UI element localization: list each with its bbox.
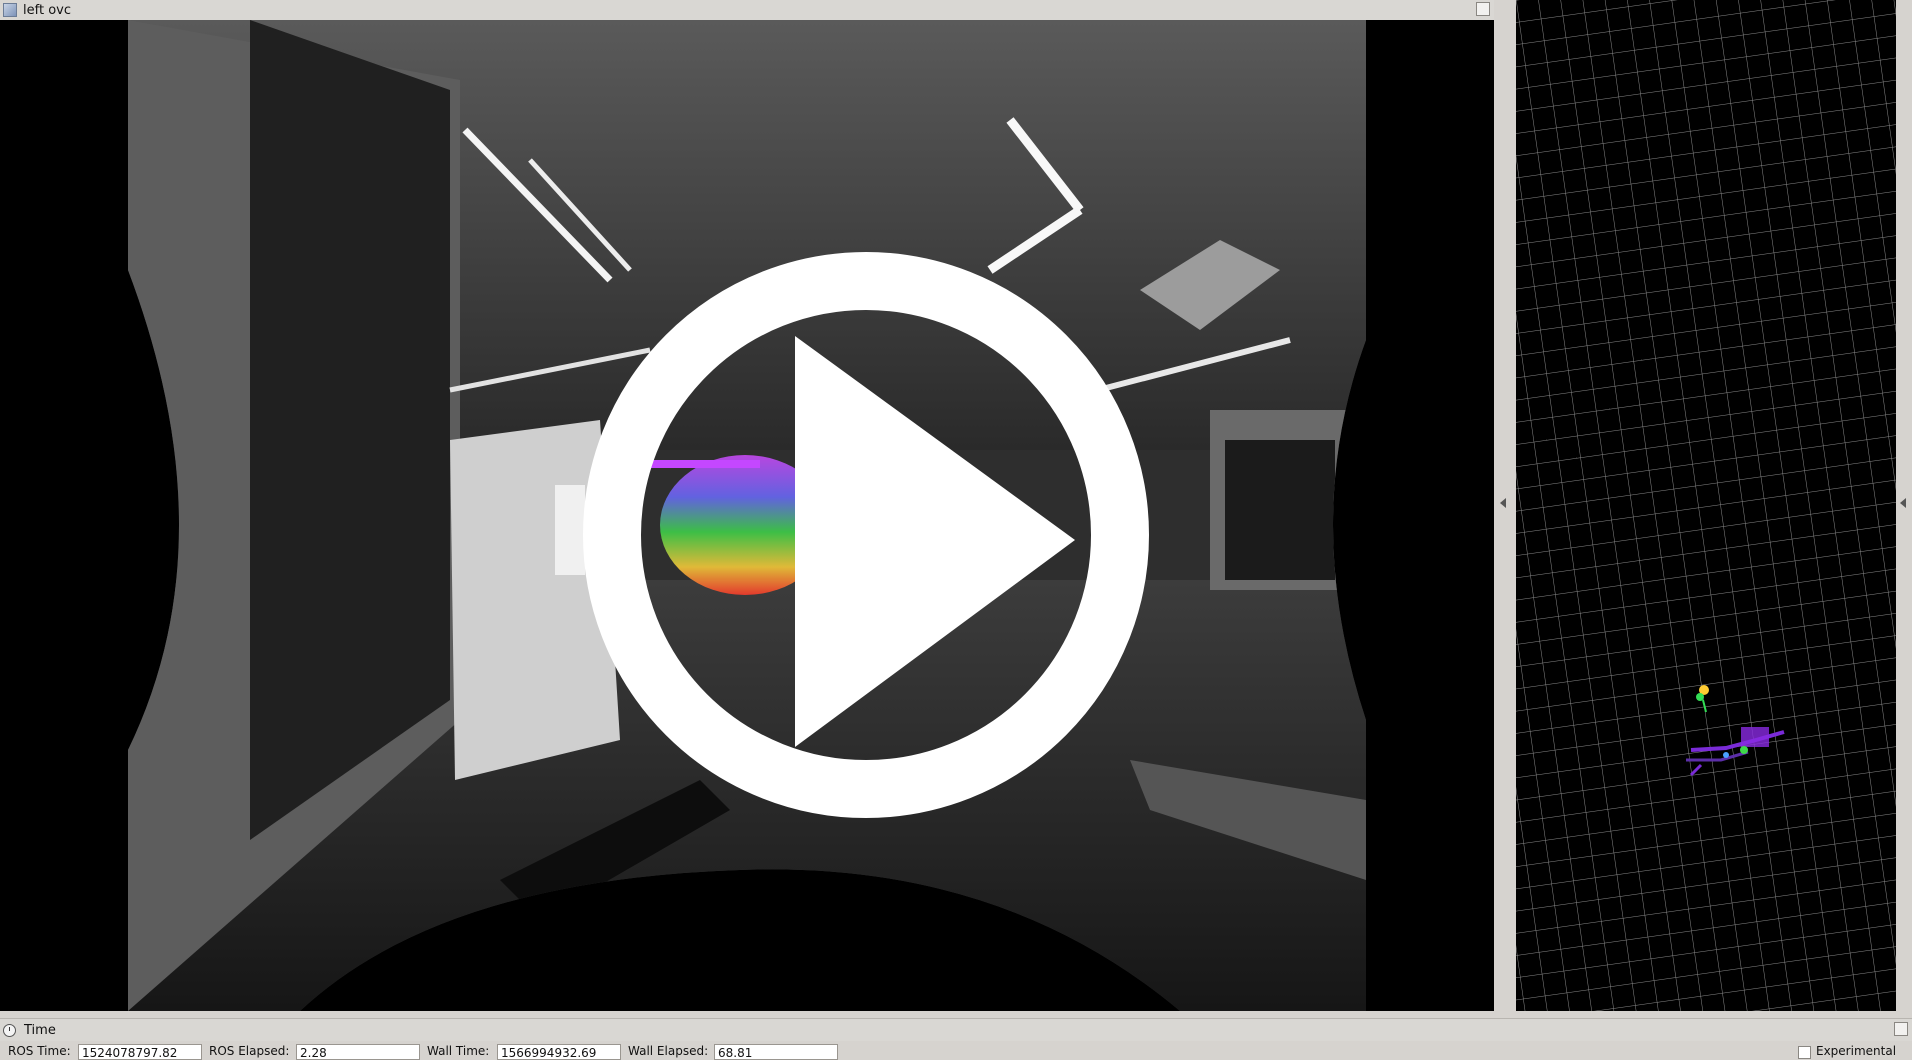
camera-panel-titlebar: left ovc (0, 0, 1494, 21)
image-view-icon (3, 3, 17, 17)
wall-elapsed-label: Wall Elapsed: (628, 1044, 709, 1058)
camera-image-view[interactable] (0, 20, 1494, 1011)
ros-time-label: ROS Time: (8, 1044, 71, 1058)
clock-icon (3, 1023, 16, 1037)
time-panel-row: ROS Time: 1524078797.82 ROS Elapsed: 2.2… (0, 1042, 1912, 1060)
camera-image (0, 20, 1494, 1011)
panel-splitter[interactable] (1494, 0, 1516, 1011)
camera-panel-title: left ovc (23, 2, 71, 18)
collapse-arrow-icon[interactable] (1900, 498, 1906, 508)
experimental-checkbox[interactable] (1798, 1046, 1811, 1059)
ros-elapsed-field[interactable]: 2.28 (296, 1044, 420, 1060)
ros-elapsed-label: ROS Elapsed: (209, 1044, 290, 1058)
grid-view-icon (1516, 0, 1896, 1011)
wall-time-field[interactable]: 1566994932.69 (497, 1044, 621, 1060)
wall-time-label: Wall Time: (427, 1044, 490, 1058)
time-panel-header: Time (0, 1018, 1912, 1041)
undock-button[interactable] (1476, 2, 1490, 16)
right-splitter[interactable] (1896, 0, 1912, 1011)
collapse-arrow-icon[interactable] (1500, 498, 1506, 508)
map-view[interactable] (1516, 0, 1896, 1011)
undock-button[interactable] (1894, 1022, 1908, 1036)
wall-elapsed-field[interactable]: 68.81 (714, 1044, 838, 1060)
time-panel-title: Time (24, 1022, 56, 1038)
ros-time-field[interactable]: 1524078797.82 (78, 1044, 202, 1060)
experimental-label: Experimental (1816, 1044, 1897, 1058)
